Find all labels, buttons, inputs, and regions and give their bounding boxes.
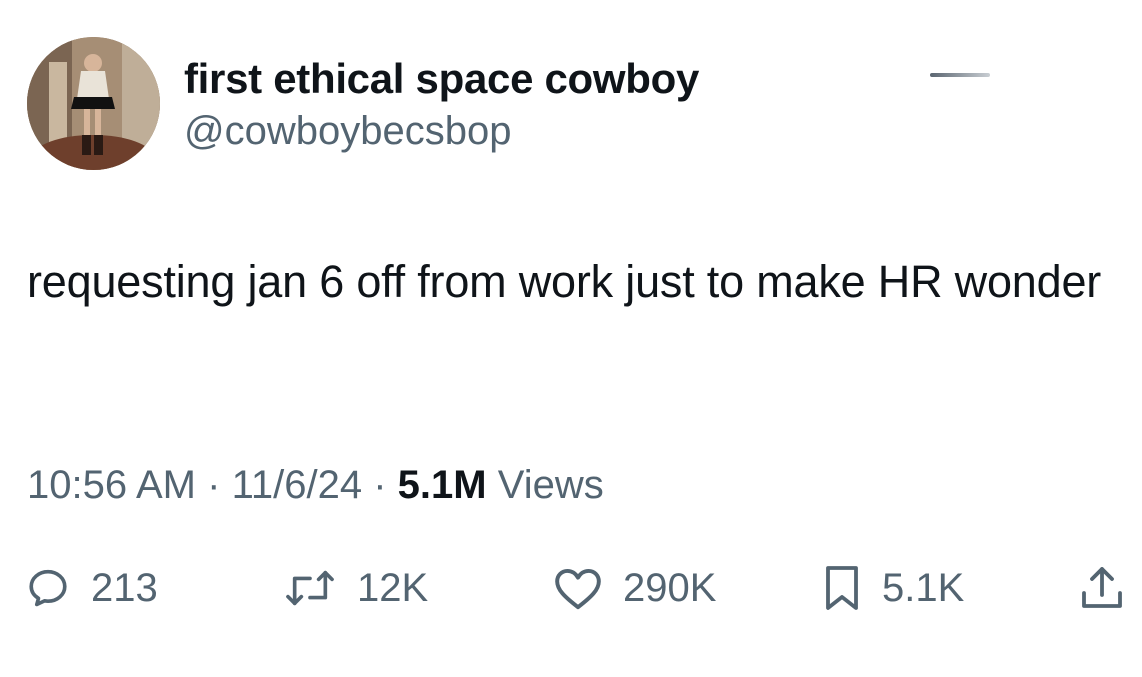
retweet-button[interactable]: 12K	[283, 560, 428, 616]
reply-button[interactable]: 213	[25, 560, 158, 616]
meta-separator: ·	[373, 463, 387, 507]
like-count: 290K	[623, 565, 717, 610]
meta-separator: ·	[207, 463, 221, 507]
share-button[interactable]	[1078, 560, 1126, 616]
views-label: Views	[497, 463, 604, 507]
like-button[interactable]: 290K	[553, 560, 716, 616]
bookmark-count: 5.1K	[882, 565, 965, 610]
display-name[interactable]: first ethical space cowboy	[184, 55, 699, 103]
retweet-icon	[286, 570, 334, 606]
retweet-count: 12K	[357, 565, 429, 610]
tweet-date[interactable]: 11/6/24	[232, 463, 363, 507]
user-handle[interactable]: @cowboybecsbop	[184, 109, 511, 154]
reply-count: 213	[91, 565, 158, 610]
more-options-icon[interactable]	[930, 73, 990, 77]
avatar[interactable]	[27, 37, 160, 170]
tweet-card: first ethical space cowboy @cowboybecsbo…	[0, 0, 1142, 677]
bookmark-icon	[826, 566, 858, 610]
views-count[interactable]: 5.1M	[398, 463, 487, 507]
bookmark-button[interactable]: 5.1K	[822, 560, 964, 616]
share-icon	[1082, 567, 1122, 608]
tweet-text: requesting jan 6 off from work just to m…	[27, 256, 1102, 307]
tweet-meta: 10:56 AM · 11/6/24 · 5.1M Views	[27, 463, 604, 508]
reply-icon	[29, 569, 67, 607]
heart-icon	[555, 568, 601, 610]
profile-photo-icon	[27, 37, 160, 170]
tweet-time[interactable]: 10:56 AM	[27, 463, 196, 507]
